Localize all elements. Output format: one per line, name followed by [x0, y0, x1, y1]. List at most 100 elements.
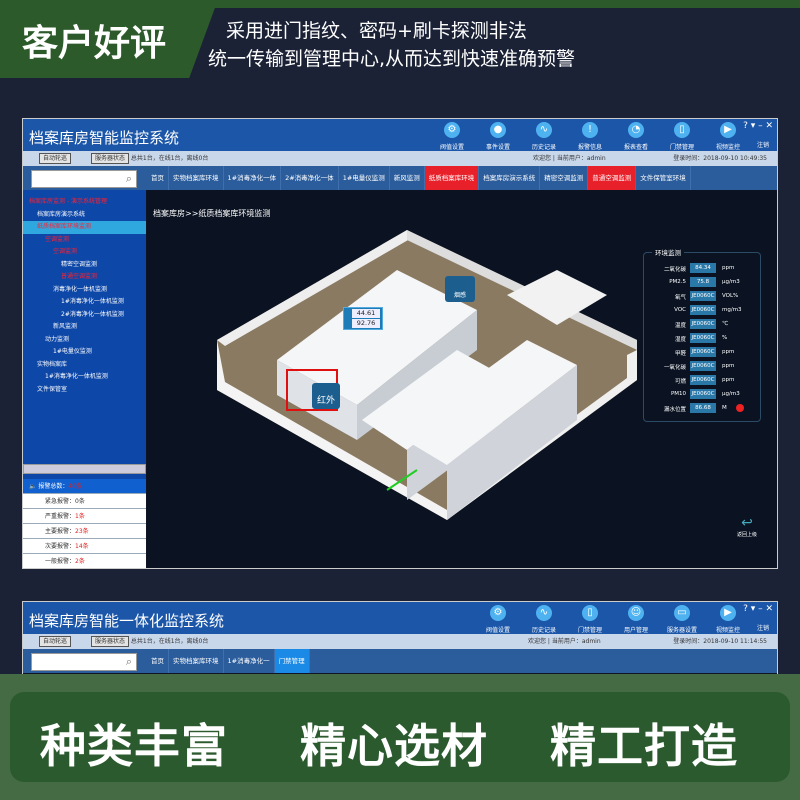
search-input[interactable]: ⌕ [31, 170, 137, 188]
tool-button-5[interactable]: ▯ 门禁管理 [663, 122, 701, 151]
speaker-icon: 🔈 [29, 483, 39, 490]
tree-item[interactable]: 新风监测 [23, 321, 146, 334]
logout-button[interactable]: 注销 [757, 623, 769, 632]
alarm-row[interactable]: 次要报警：14条 [23, 539, 146, 554]
alarm-panel: 🔈 报警总数：40条 紧急报警：0条 严重报警：1条 主要报警：23条 次要报警：14… [23, 479, 146, 568]
search-icon[interactable]: ⌕ [126, 655, 132, 669]
tab-1[interactable]: 实物档案库环境 [169, 649, 224, 673]
window-controls[interactable]: ? ▾ – ✕ [743, 604, 773, 614]
temp-humidity-sensor[interactable]: 44.61 92.76 [343, 307, 383, 330]
search-input[interactable]: ⌕ [31, 653, 137, 671]
tab-5[interactable]: 新风监测 [390, 166, 425, 190]
tree-item[interactable]: 消毒净化一体机监测 [23, 284, 146, 297]
tab-4[interactable]: 1#电量仪监测 [339, 166, 390, 190]
server-status-button[interactable]: 服务器状态 [90, 153, 129, 164]
horizontal-scrollbar[interactable] [23, 464, 146, 474]
tab-3[interactable]: 2#消毒净化一体 [281, 166, 339, 190]
welcome-text: 欢迎您 | 当前用户：admin [533, 155, 606, 162]
env-value: JE0060C [690, 333, 716, 343]
search-icon[interactable]: ⌕ [126, 172, 132, 186]
tab-7[interactable]: 档案库房演示系统 [479, 166, 541, 190]
env-row: 温度 JE0060C ℃ [644, 319, 762, 330]
environment-panel: 环境监测 二氧化碳 84.34 ppm PM2.5 75.8 μg/m3 氧气 JE0060C V… [643, 247, 762, 422]
env-row: PM10 JE0060C μg/m3 [644, 389, 762, 400]
infrared-sensor[interactable]: 红外 [312, 383, 340, 409]
alarm-row[interactable]: 主要报警：23条 [23, 524, 146, 539]
tree-item[interactable]: 动力监测 [23, 334, 146, 347]
tab-0[interactable]: 首页 [147, 166, 169, 190]
tool-button-1[interactable]: ∿ 历史记录 [525, 605, 563, 634]
tree-item[interactable]: 空调监测 [23, 246, 146, 259]
tool-button-4[interactable]: ◔ 报表查看 [617, 122, 655, 151]
alarm-row[interactable]: 严重报警：1条 [23, 509, 146, 524]
tree-item[interactable]: 档案库房监测 - 演示系统管理 [23, 196, 146, 209]
tab-9[interactable]: 普通空调监测 [588, 166, 637, 190]
env-label: 漏水位置 [663, 407, 686, 413]
auto-patrol-button[interactable]: 自动轮巡 [39, 636, 72, 647]
tool-button-6[interactable]: ▶ 视频监控 [709, 122, 747, 151]
tool-label: 报警信息 [577, 144, 602, 151]
tree-item[interactable]: 1#消毒净化一体机监测 [23, 371, 146, 384]
env-row: 甲醛 JE0060C ppm [644, 347, 762, 358]
alarm-row[interactable]: 紧急报警：0条 [23, 494, 146, 509]
tool-button-3[interactable]: ☺ 用户管理 [617, 605, 655, 634]
tab-2[interactable]: 1#消毒净化一 [224, 649, 275, 673]
tab-6[interactable]: 纸质档案库环境 [424, 166, 480, 190]
tool-label: 历史记录 [531, 144, 556, 151]
tool-label: 门禁管理 [669, 144, 694, 151]
status-bar: 自动轮巡 服务器状态 总共1台，在线1台，离线0台 欢迎您 | 当前用户：adm… [23, 634, 777, 649]
tab-1[interactable]: 实物档案库环境 [169, 166, 224, 190]
title-bar: 档案库房智能一体化监控系统 ⚙ 阀值设置 ∿ 历史记录 ▯ 门禁管理 ☺ 用户管理 ▭ 服务器设置… [23, 602, 777, 634]
slogan-band: 种类丰富 精心选材 精工打造 [0, 674, 800, 800]
integrated-window: 档案库房智能一体化监控系统 ⚙ 阀值设置 ∿ 历史记录 ▯ 门禁管理 ☺ 用户管理 ▭ 服务器设置… [22, 601, 778, 681]
status-bar: 自动轮巡 服务器状态 总共1台，在线1台，离线0台 欢迎您 | 当前用户：adm… [23, 151, 777, 166]
tool-button-3[interactable]: ! 报警信息 [571, 122, 609, 151]
humidity-value: 92.76 [352, 319, 380, 328]
tree-item[interactable]: 2#消毒净化一体机监测 [23, 309, 146, 322]
tree-item[interactable]: 档案库房演示系统 [23, 209, 146, 222]
auto-patrol-button[interactable]: 自动轮巡 [39, 153, 72, 164]
tree-item[interactable]: 普通空调监测 [23, 271, 146, 284]
logout-button[interactable]: 注销 [757, 140, 769, 149]
alarm-label: 次要报警： [45, 543, 76, 550]
tree-item[interactable]: 实物档案库 [23, 359, 146, 372]
smoke-sensor[interactable]: 烟感 [445, 276, 475, 302]
env-row: 漏水位置 86.68 M [644, 403, 762, 414]
alarm-total-label: 报警总数： [38, 483, 69, 490]
tree-item[interactable]: 空调监测 [23, 234, 146, 247]
tab-2[interactable]: 1#消毒净化一体 [224, 166, 282, 190]
tree-item[interactable]: 1#消毒净化一体机监测 [23, 296, 146, 309]
tab-10[interactable]: 文件保管室环境 [636, 166, 691, 190]
tree-item[interactable]: 精密空调监测 [23, 259, 146, 272]
env-row: PM2.5 75.8 μg/m3 [644, 277, 762, 288]
tab-8[interactable]: 精密空调监测 [540, 166, 589, 190]
env-row: 一氧化碳 JE0060C ppm [644, 361, 762, 372]
tool-button-0[interactable]: ⚙ 阀值设置 [479, 605, 517, 634]
env-value: 86.68 [690, 403, 716, 413]
window-controls[interactable]: ? ▾ – ✕ [743, 121, 773, 131]
env-unit: μg/m3 [722, 391, 740, 397]
tool-button-1[interactable]: ● 事件设置 [479, 122, 517, 151]
env-unit: μg/m3 [722, 279, 740, 285]
server-status-button[interactable]: 服务器状态 [90, 636, 129, 647]
tool-button-0[interactable]: ⚙ 阀值设置 [433, 122, 471, 151]
tree-item[interactable]: 文件保管室 [23, 384, 146, 397]
banner-line-2: 统一传输到管理中心,从而达到快速准确预警 [208, 48, 576, 70]
tree-item[interactable]: 纸质档案库环境监测 [23, 221, 146, 234]
alarm-label: 主要报警： [45, 528, 76, 535]
tool-label: 视频监控 [715, 144, 740, 151]
tree-item[interactable]: 1#电量仪监测 [23, 346, 146, 359]
tab-0[interactable]: 首页 [147, 649, 169, 673]
alarm-row[interactable]: 一般报警：2条 [23, 554, 146, 568]
tool-button-5[interactable]: ▶ 视频监控 [709, 605, 747, 634]
tool-button-2[interactable]: ∿ 历史记录 [525, 122, 563, 151]
tool-button-2[interactable]: ▯ 门禁管理 [571, 605, 609, 634]
tab-3[interactable]: 门禁管理 [274, 649, 310, 673]
env-value: JE0060C [690, 389, 716, 399]
alarm-value: 0条 [75, 498, 85, 505]
scene-view: 档案库房>>纸质档案库环境监测 44.61 92.76 烟感 红外 ↩ 返回上级 … [147, 190, 777, 568]
return-button[interactable]: ↩ 返回上级 [737, 515, 757, 538]
env-unit: % [722, 335, 728, 341]
tool-button-4[interactable]: ▭ 服务器设置 [663, 605, 701, 634]
slogan-box: 种类丰富 精心选材 精工打造 [10, 692, 790, 782]
